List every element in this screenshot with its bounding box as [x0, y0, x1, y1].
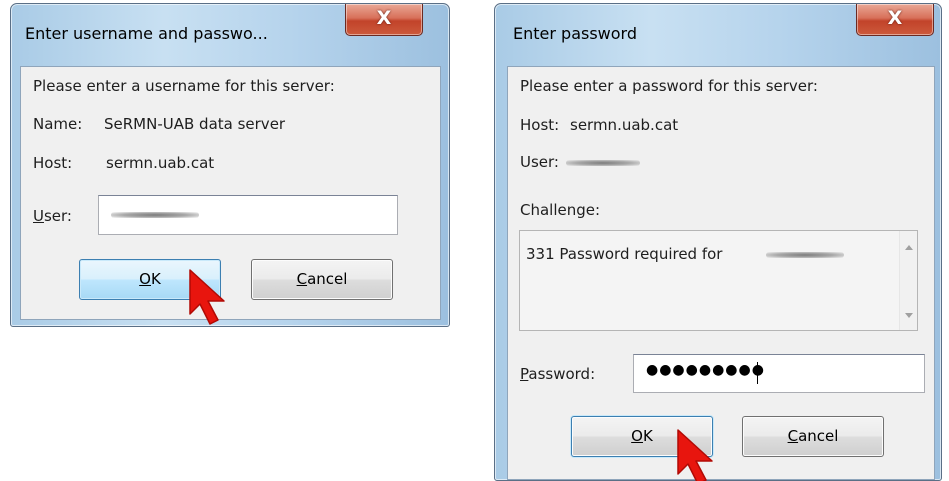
redacted-challenge-user: [766, 252, 844, 258]
username-prompt: Please enter a username for this server:: [33, 77, 335, 95]
scroll-down-icon[interactable]: [905, 313, 913, 318]
username-dialog-titlebar[interactable]: Enter username and passwo... X: [11, 4, 449, 54]
cancel-button[interactable]: Cancel: [251, 259, 393, 300]
host-value: sermn.uab.cat: [106, 154, 215, 172]
user-label: User:: [33, 207, 72, 225]
close-button[interactable]: X: [856, 4, 934, 36]
scroll-up-icon[interactable]: [905, 245, 913, 250]
cancel-button[interactable]: Cancel: [742, 416, 884, 457]
password-masked-value: ●●●●●●●●●: [646, 362, 765, 378]
password-dialog: Enter password X Please enter a password…: [494, 3, 942, 481]
challenge-label: Challenge:: [520, 201, 601, 219]
mouse-pointer-icon: [189, 269, 225, 325]
close-button[interactable]: X: [345, 4, 423, 36]
server-name-label: Name:: [33, 115, 83, 133]
redacted-user: [566, 160, 640, 166]
host-label: Host:: [33, 154, 73, 172]
username-dialog: Enter username and passwo... X Please en…: [10, 3, 450, 327]
host-label: Host:: [520, 116, 560, 134]
close-icon: X: [887, 7, 903, 29]
user-input[interactable]: [98, 195, 398, 235]
username-dialog-title: Enter username and passwo...: [25, 24, 268, 43]
redacted-username: [111, 212, 199, 218]
password-label: Password:: [520, 365, 596, 383]
challenge-textarea[interactable]: 331 Password required for: [519, 230, 918, 331]
challenge-scrollbar[interactable]: [899, 231, 917, 330]
password-prompt: Please enter a password for this server:: [520, 77, 818, 95]
mouse-pointer-icon: [677, 429, 713, 481]
user-label: User:: [520, 153, 559, 171]
host-value: sermn.uab.cat: [570, 116, 679, 134]
password-dialog-body: Please enter a password for this server:…: [507, 66, 935, 480]
challenge-text: 331 Password required for: [526, 245, 723, 263]
server-name-value: SeRMN-UAB data server: [104, 115, 286, 133]
password-input[interactable]: ●●●●●●●●●: [633, 354, 925, 393]
password-dialog-title: Enter password: [513, 24, 637, 43]
text-caret: [757, 362, 758, 384]
close-icon: X: [376, 7, 392, 29]
password-dialog-titlebar[interactable]: Enter password X: [495, 4, 941, 54]
username-dialog-body: Please enter a username for this server:…: [20, 66, 441, 320]
